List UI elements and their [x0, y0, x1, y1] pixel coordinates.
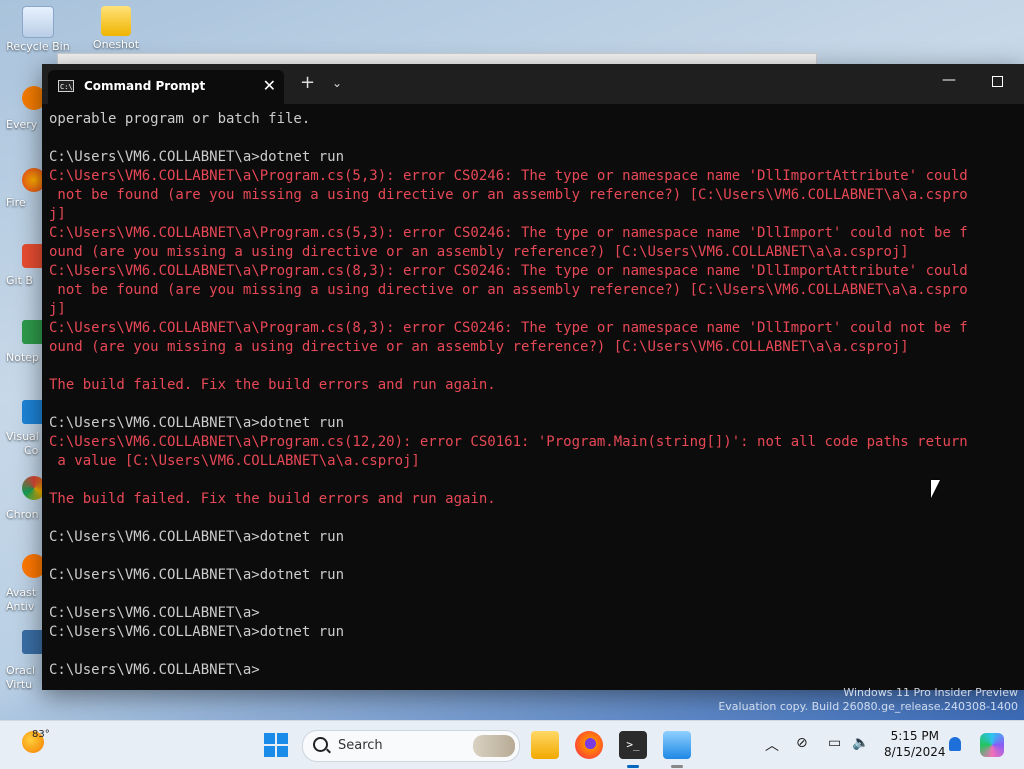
console-error-line: C:\Users\VM6.COLLABNET\a\Program.cs(8,3)…: [49, 263, 968, 279]
desktop-icon-label: Oracl: [6, 664, 36, 677]
time: 5:15 PM: [890, 729, 939, 743]
windows-logo-pane: [277, 746, 288, 757]
console-error-line: C:\Users\VM6.COLLABNET\a\Program.cs(8,3)…: [49, 320, 968, 336]
tab-title: Command Prompt: [84, 79, 206, 93]
new-tab-button[interactable]: +: [300, 74, 315, 92]
network-icon[interactable]: ⊘: [796, 735, 808, 751]
desktop-icon-label: Recycle Bin: [6, 40, 70, 53]
console-error-line: not be found (are you missing a using di…: [49, 187, 968, 203]
search-icon: [313, 737, 328, 752]
windows-logo-pane: [264, 733, 275, 744]
clock[interactable]: 5:15 PM 8/15/2024: [884, 728, 946, 760]
maximize-button[interactable]: [992, 76, 1003, 87]
recycle-bin-icon: [22, 6, 54, 38]
console-line: C:\Users\VM6.COLLABNET\a>dotnet run: [49, 624, 345, 640]
console-error-line: not be found (are you missing a using di…: [49, 282, 968, 298]
chevron-down-icon[interactable]: ⌄: [332, 76, 342, 90]
notepad-icon[interactable]: [663, 731, 691, 759]
watermark: Windows 11 Pro Insider Preview Evaluatio…: [718, 686, 1018, 714]
console-error-line: C:\Users\VM6.COLLABNET\a\Program.cs(12,2…: [49, 434, 968, 450]
search-placeholder: Search: [338, 738, 383, 753]
console-error-line: C:\Users\VM6.COLLABNET\a\Program.cs(5,3)…: [49, 168, 968, 184]
watermark-line: Evaluation copy. Build 26080.ge_release.…: [718, 700, 1018, 713]
tab-command-prompt[interactable]: C:\ Command Prompt ✕: [48, 70, 284, 104]
desktop-icon-label: Antiv: [6, 600, 35, 613]
desktop-icon-label: Oneshot: [92, 38, 140, 51]
desktop-icon-label: Co: [24, 444, 39, 457]
desktop-icon-label: Chron: [6, 508, 39, 521]
desktop-icon-label: Visual: [6, 430, 39, 443]
file-explorer-icon[interactable]: [531, 731, 559, 759]
desktop-icon-label: Git B: [6, 274, 33, 287]
windows-logo-pane: [277, 733, 288, 744]
console-error-line: ound (are you missing a using directive …: [49, 244, 909, 260]
console-error-line: The build failed. Fix the build errors a…: [49, 491, 496, 507]
console-error-line: a value [C:\Users\VM6.COLLABNET\a\a.cspr…: [49, 453, 420, 469]
volume-icon[interactable]: 🔈: [852, 735, 869, 751]
console-line: C:\Users\VM6.COLLABNET\a>dotnet run: [49, 529, 345, 545]
copilot-icon[interactable]: [980, 733, 1004, 757]
console-error-line: C:\Users\VM6.COLLABNET\a\Program.cs(5,3)…: [49, 225, 968, 241]
folder-icon: [101, 6, 131, 36]
windows-logo-pane: [264, 746, 275, 757]
title-bar[interactable]: C:\ Command Prompt ✕ + ⌄ —: [42, 64, 1024, 104]
console-error-line: The build failed. Fix the build errors a…: [49, 377, 496, 393]
terminal-window[interactable]: C:\ Command Prompt ✕ + ⌄ — operable prog…: [42, 64, 1024, 690]
desktop-icon-recycle-bin[interactable]: Recycle Bin: [2, 6, 74, 53]
start-button[interactable]: [264, 733, 288, 757]
taskbar-search[interactable]: Search: [302, 730, 520, 762]
date: 8/15/2024: [884, 745, 946, 759]
terminal-icon[interactable]: >_: [619, 731, 647, 759]
temperature: 83°: [32, 729, 50, 740]
console-line: C:\Users\VM6.COLLABNET\a>dotnet run: [49, 149, 345, 165]
console-line: C:\Users\VM6.COLLABNET\a>dotnet run: [49, 415, 345, 431]
firefox-icon[interactable]: [575, 731, 603, 759]
close-tab-icon[interactable]: ✕: [263, 76, 276, 95]
console-output[interactable]: operable program or batch file. C:\Users\…: [49, 110, 1024, 690]
desktop-icon-label: Avast: [6, 586, 37, 599]
taskbar: 83° Search >_ ︿ ⊘ ▭ 🔈 5:15 PM 8/15/2024: [0, 720, 1024, 769]
desktop-icon-oneshot[interactable]: Oneshot: [80, 6, 152, 51]
console-line: C:\Users\VM6.COLLABNET\a>: [49, 605, 260, 621]
console-error-line: j]: [49, 301, 66, 317]
console-line: C:\Users\VM6.COLLABNET\a>: [49, 662, 260, 678]
desktop-icon-label: Fire: [6, 196, 26, 209]
console-error-line: ound (are you missing a using directive …: [49, 339, 909, 355]
mouse-cursor: [931, 480, 940, 498]
desktop-icon-label: Every: [6, 118, 38, 131]
console-line: C:\Users\VM6.COLLABNET\a>dotnet run: [49, 567, 345, 583]
watermark-line: Windows 11 Pro Insider Preview: [843, 686, 1018, 699]
console-line: operable program or batch file.: [49, 111, 311, 127]
desktop-icon-label: Virtu: [6, 678, 33, 691]
notification-bell-icon[interactable]: [949, 737, 961, 751]
console-error-line: j]: [49, 206, 66, 222]
display-icon[interactable]: ▭: [828, 735, 841, 751]
chevron-up-icon[interactable]: ︿: [765, 735, 779, 755]
minimize-button[interactable]: —: [942, 72, 956, 88]
desktop-icon-label: Notep: [6, 351, 40, 364]
search-highlight-image: [473, 735, 515, 757]
cmd-icon: C:\: [58, 80, 74, 92]
